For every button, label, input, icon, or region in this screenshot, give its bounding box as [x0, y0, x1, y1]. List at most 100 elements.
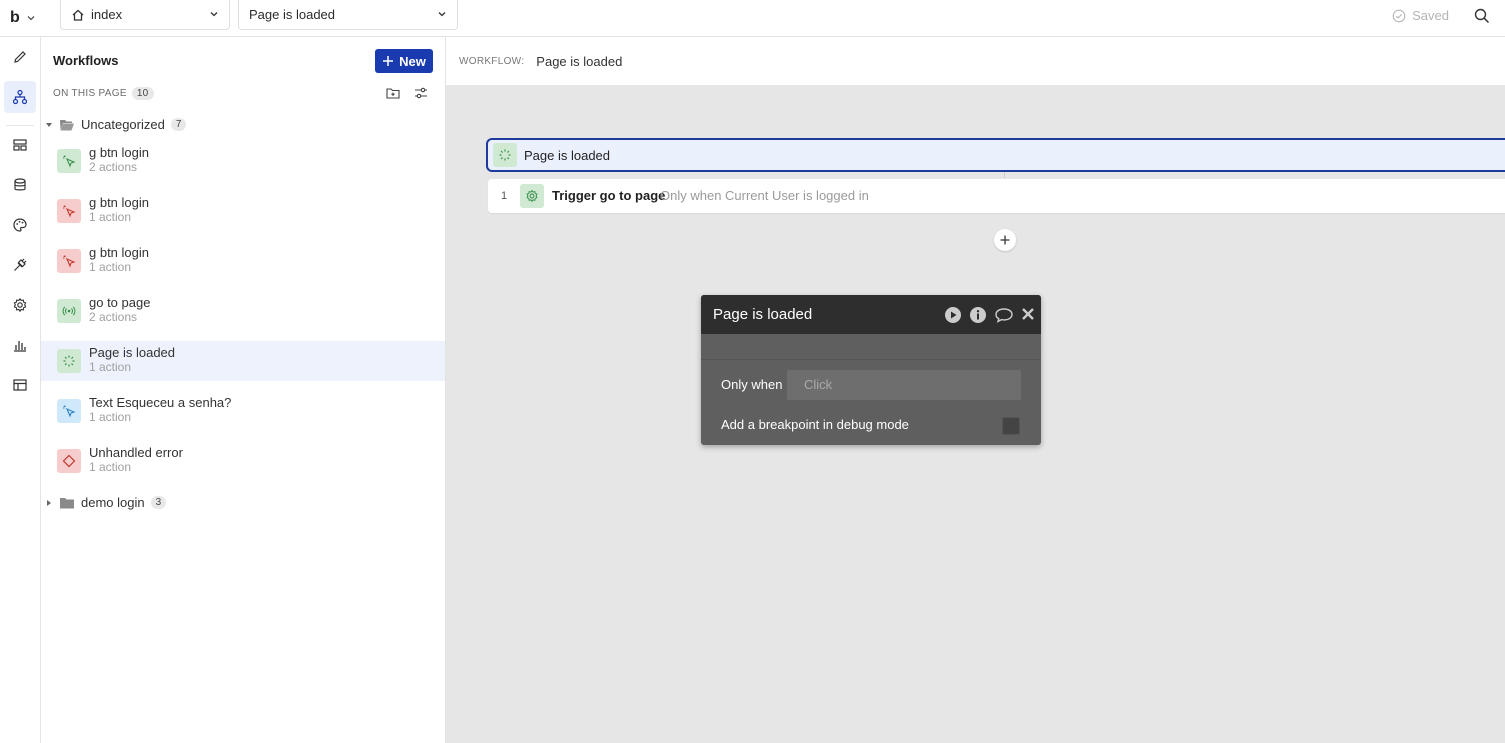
workflow-item[interactable]: g btn login 1 action	[41, 241, 445, 281]
action-step[interactable]: 1 Trigger go to page Only when Current U…	[488, 179, 1505, 213]
rail-workflow-tab[interactable]	[4, 81, 36, 113]
action-step-title: Trigger go to page	[552, 188, 666, 203]
workflow-item[interactable]: Unhandled error 1 action	[41, 441, 445, 481]
plus-icon	[383, 56, 394, 66]
plus-icon	[1000, 235, 1010, 245]
bubble-logo: b	[10, 9, 20, 26]
folder-open-icon	[60, 119, 74, 130]
info-button[interactable]	[969, 306, 987, 324]
left-icon-rail	[0, 37, 41, 743]
folder-icon	[60, 497, 74, 508]
new-folder-button[interactable]	[385, 85, 401, 101]
add-action-button[interactable]	[994, 229, 1016, 251]
plug-icon	[14, 258, 27, 271]
workflow-item[interactable]: Text Esqueceu a senha? 1 action	[41, 391, 445, 431]
property-editor-title: Page is loaded	[713, 306, 813, 323]
panel-title: Workflows	[53, 53, 119, 68]
chevron-down-icon	[27, 16, 35, 21]
workflow-item-name: Page is loaded	[89, 345, 176, 360]
workflow-item-name: go to page	[89, 295, 151, 310]
cursor-click-icon	[57, 199, 81, 223]
workflow-item-name: Text Esqueceu a senha?	[89, 395, 232, 410]
info-icon	[970, 307, 986, 323]
rail-styles-tab[interactable]	[4, 209, 36, 241]
rail-templates-tab[interactable]	[4, 369, 36, 401]
comment-button[interactable]	[994, 306, 1014, 324]
cursor-click-icon	[57, 249, 81, 273]
event-card[interactable]: Page is loaded	[486, 138, 1505, 172]
saved-status: Saved	[1392, 8, 1449, 23]
loading-spinner-icon	[493, 143, 517, 167]
check-circle-icon	[1392, 9, 1406, 22]
rail-design-tab[interactable]	[4, 41, 36, 73]
database-icon	[14, 178, 26, 191]
close-button[interactable]	[1020, 306, 1038, 324]
layout-icon	[13, 139, 27, 151]
gear-icon	[13, 297, 27, 313]
new-workflow-button[interactable]: New	[375, 49, 433, 73]
folder-name: demo login	[81, 495, 145, 510]
event-card-title: Page is loaded	[524, 148, 611, 163]
action-step-number: 1	[501, 190, 508, 202]
table-layout-icon	[13, 379, 27, 391]
app-menu-button[interactable]: b	[10, 6, 50, 30]
folder-count: 3	[150, 496, 167, 509]
loading-spinner-icon	[57, 349, 81, 373]
top-bar: b index Page is loaded Saved	[0, 0, 1505, 37]
workflow-item-actions: 1 action	[89, 260, 132, 274]
caret-down-icon	[46, 122, 52, 127]
page-dropdown[interactable]: index	[60, 0, 230, 30]
folder-uncategorized[interactable]: Uncategorized 7	[45, 117, 187, 132]
bar-chart-icon	[14, 341, 26, 352]
rail-plugins-tab[interactable]	[4, 249, 36, 281]
breakpoint-checkbox[interactable]	[1002, 417, 1020, 435]
workflow-dropdown[interactable]: Page is loaded	[238, 0, 458, 30]
chevron-down-icon	[438, 12, 446, 17]
sliders-icon	[415, 87, 427, 99]
only-when-input[interactable]: Click	[787, 370, 1021, 400]
property-editor-header: Page is loaded	[701, 295, 1041, 334]
rail-divider	[6, 125, 34, 126]
workflow-dropdown-value: Page is loaded	[249, 7, 336, 22]
workflow-item[interactable]: g btn login 1 action	[41, 191, 445, 231]
breakpoint-label: Add a breakpoint in debug mode	[721, 417, 909, 432]
cursor-click-icon	[57, 149, 81, 173]
workflow-header-value: Page is loaded	[536, 53, 623, 69]
workflow-item-name: g btn login	[89, 145, 149, 160]
page-dropdown-value: index	[91, 7, 123, 22]
on-this-page-label: ON THIS PAGE	[53, 88, 127, 99]
workflow-item-selected[interactable]: Page is loaded 1 action	[41, 341, 445, 381]
filter-settings-button[interactable]	[413, 85, 429, 101]
rail-data-tab[interactable]	[4, 169, 36, 201]
on-this-page-count: 10	[131, 87, 154, 100]
workflow-item-name: g btn login	[89, 195, 149, 210]
workflow-item-actions: 2 actions	[89, 310, 138, 324]
workflow-item[interactable]: g btn login 2 actions	[41, 141, 445, 181]
workflow-icon	[12, 89, 28, 105]
workflow-item[interactable]: go to page 2 actions	[41, 291, 445, 331]
search-button[interactable]	[1473, 7, 1493, 27]
folder-name: Uncategorized	[81, 117, 165, 132]
run-button[interactable]	[944, 306, 962, 324]
property-editor-divider	[701, 359, 1041, 360]
folder-plus-icon	[386, 88, 400, 99]
workflow-item-actions: 1 action	[89, 460, 132, 474]
on-this-page-header: ON THIS PAGE 10	[53, 87, 154, 100]
workflow-item-actions: 1 action	[89, 210, 132, 224]
palette-icon	[13, 218, 27, 232]
folder-demo-login[interactable]: demo login 3	[45, 495, 167, 510]
rail-logs-tab[interactable]	[4, 329, 36, 361]
workflow-item-actions: 2 actions	[89, 160, 138, 174]
workflow-item-name: g btn login	[89, 245, 149, 260]
search-icon	[1474, 8, 1490, 24]
caret-right-icon	[47, 499, 51, 506]
event-property-editor: Page is loaded Only when Click Add a bre…	[701, 295, 1041, 445]
rail-settings-tab[interactable]	[4, 289, 36, 321]
saved-label: Saved	[1412, 8, 1449, 23]
rail-layout-tab[interactable]	[4, 129, 36, 161]
new-workflow-label: New	[399, 53, 426, 69]
error-diamond-icon	[57, 449, 81, 473]
workflow-item-name: Unhandled error	[89, 445, 183, 460]
workflow-list-panel: Workflows New ON THIS PAGE 10 Uncategori…	[41, 37, 446, 743]
comment-icon	[995, 308, 1013, 323]
